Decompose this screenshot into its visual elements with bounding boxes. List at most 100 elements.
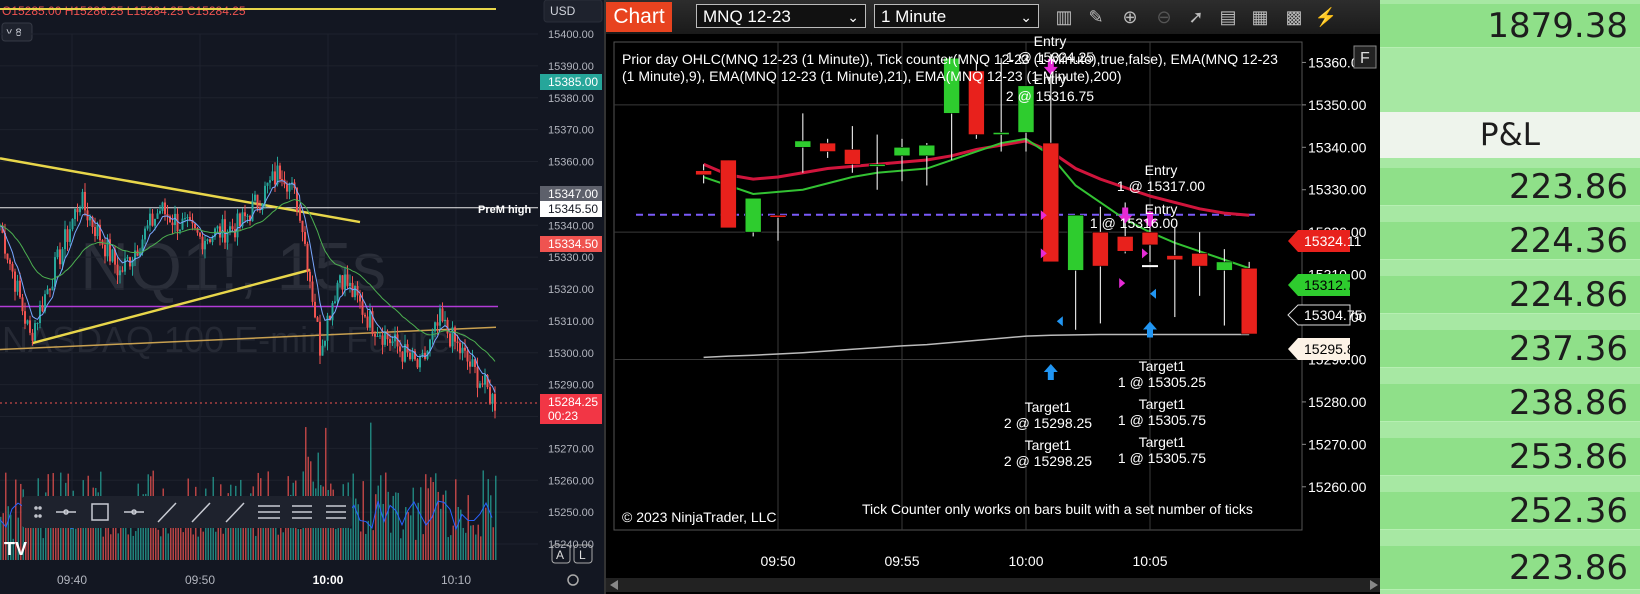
- tv-time-tick: 10:00: [313, 573, 344, 587]
- tv-volume-bar: [305, 427, 307, 560]
- tv-candle-body: [411, 351, 414, 360]
- tv-volume-bar: [377, 485, 379, 560]
- pnl-panel: 1879.38 P&L 223.86 224.36 224.86 237.36 …: [1380, 0, 1640, 594]
- tv-candle-body: [239, 213, 241, 227]
- chart-tab[interactable]: Chart: [606, 2, 672, 32]
- tv-candle-body: [391, 341, 394, 344]
- tv-candle-body: [346, 274, 349, 287]
- tv-volume-bar: [372, 530, 374, 560]
- tv-candle-body: [149, 213, 151, 226]
- pnl-row: 223.86: [1380, 546, 1640, 590]
- bar-type-icon[interactable]: ▥: [1052, 6, 1076, 28]
- tv-volume-bar: [390, 532, 392, 560]
- horizontal-scrollbar[interactable]: [606, 578, 1382, 592]
- tv-price-tick: 15320.00: [548, 284, 594, 296]
- price-label-red: 15324.11: [1288, 230, 1362, 252]
- tv-volume-bar: [127, 534, 129, 560]
- tv-volume-bar: [402, 529, 404, 560]
- tv-candle-body: [431, 331, 434, 340]
- tv-volume-bar: [375, 494, 377, 560]
- tv-candle-body: [144, 228, 146, 240]
- tv-volume-bar: [215, 531, 217, 560]
- price-label-red-text: 15334.50: [548, 237, 598, 251]
- nt-candle-body: [1240, 267, 1258, 335]
- tv-candle-body: [14, 271, 16, 292]
- tv-candle-body: [61, 249, 64, 265]
- tv-candle-body: [16, 280, 19, 292]
- tv-candle-body: [494, 394, 496, 411]
- tv-candle-body: [79, 208, 81, 213]
- tv-candle-body: [171, 222, 174, 225]
- tv-volume-bar: [425, 474, 427, 560]
- f-button-label: F: [1360, 50, 1370, 67]
- tv-candle-body: [54, 257, 56, 287]
- nt-time-tick: 10:05: [1132, 553, 1167, 569]
- indicators-icon[interactable]: ▩: [1282, 6, 1306, 28]
- annotation-target-label: Target1: [1025, 399, 1072, 415]
- tradingview-chart-panel: O15285.00 H15286.25 L15284.25 C15284.25 …: [0, 0, 604, 594]
- annotation-target-value: 2 @ 15298.25: [1004, 453, 1092, 469]
- tv-candle-body: [126, 257, 129, 259]
- nt-candle-body: [918, 144, 936, 157]
- tv-volume-bar: [392, 495, 394, 560]
- zoom-in-icon[interactable]: ⊕: [1118, 6, 1142, 28]
- tv-volume-bar: [300, 529, 302, 560]
- tv-candle-body: [51, 286, 54, 291]
- annotation-target-value: 1 @ 15305.75: [1118, 450, 1206, 466]
- tv-volume-bar: [180, 524, 182, 560]
- tv-candle-body: [369, 311, 371, 328]
- pointer-icon[interactable]: ➚: [1184, 6, 1208, 28]
- tv-volume-bar: [452, 525, 454, 560]
- ohlc-header: O15285.00 H15286.25 L15284.25 C15284.25: [2, 4, 246, 18]
- tv-volume-bar: [422, 534, 424, 560]
- strategies-icon[interactable]: ⚡: [1314, 6, 1338, 28]
- tv-volume-bar: [352, 473, 354, 560]
- annotation-target-label: Target1: [1139, 358, 1186, 374]
- tv-candle-body: [151, 213, 154, 226]
- tv-volume-bar: [457, 507, 459, 560]
- tv-candle-body: [96, 224, 99, 237]
- tv-volume-bar: [130, 527, 132, 560]
- nt-time-tick: 10:00: [1008, 553, 1043, 569]
- tv-candle-body: [436, 322, 439, 326]
- price-label-gray-text: 15347.00: [548, 187, 598, 201]
- instrument-select[interactable]: MNQ 12-23 ⌄: [696, 4, 866, 28]
- ninjatrader-chart[interactable]: 15360.0015350.0015340.0015330.0015320.00…: [606, 34, 1382, 594]
- tradingview-chart[interactable]: O15285.00 H15286.25 L15284.25 C15284.25 …: [0, 0, 604, 594]
- tv-candle-body: [124, 258, 126, 272]
- tv-volume-bar: [462, 527, 464, 560]
- tv-candle-body: [231, 226, 234, 230]
- tv-candle-body: [299, 208, 301, 221]
- tv-candle-body: [401, 351, 404, 362]
- nt-candle-body: [1116, 236, 1134, 252]
- tv-volume-bar: [335, 528, 337, 560]
- tv-volume-bar: [202, 531, 204, 560]
- tv-price-tick: 15290.00: [548, 380, 594, 392]
- tv-candle-body: [301, 220, 304, 233]
- tv-candle-body: [46, 289, 49, 295]
- tv-time-tick: 09:40: [57, 573, 87, 587]
- zoom-out-icon[interactable]: ⊖: [1152, 6, 1176, 28]
- tv-volume-bar: [75, 528, 77, 560]
- tv-candle-body: [469, 361, 471, 367]
- tv-volume-bar: [42, 538, 44, 560]
- tv-price-tick: 15270.00: [548, 443, 594, 455]
- tv-volume-bar: [157, 529, 159, 560]
- pencil-draw-icon[interactable]: ✎: [1084, 6, 1108, 28]
- tv-candle-body: [456, 341, 459, 343]
- tv-candle-body: [64, 229, 66, 250]
- tv-candle-body: [439, 308, 441, 326]
- tv-volume-bar: [222, 533, 224, 560]
- data-box-icon[interactable]: ▤: [1216, 6, 1240, 28]
- tv-candle-body: [464, 347, 466, 351]
- tv-volume-bar: [470, 525, 472, 560]
- tv-candle-body: [359, 295, 361, 302]
- nt-candle-body: [893, 147, 911, 157]
- tv-candle-body: [26, 320, 29, 324]
- tv-volume-bar: [487, 479, 489, 560]
- tv-candle-body: [309, 271, 311, 282]
- tv-candle-body: [244, 212, 246, 217]
- properties-icon[interactable]: ▦: [1248, 6, 1272, 28]
- tv-candle-body: [164, 202, 166, 215]
- interval-select[interactable]: 1 Minute ⌄: [874, 4, 1039, 28]
